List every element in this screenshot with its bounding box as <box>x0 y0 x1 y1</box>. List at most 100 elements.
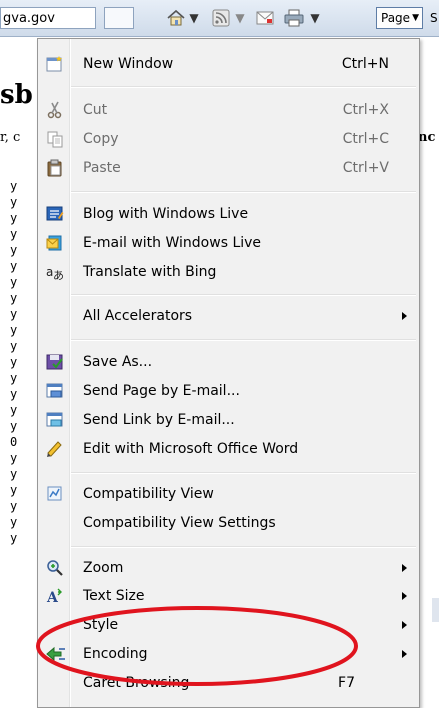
menu-item-label: All Accelerators <box>83 308 193 324</box>
svg-text:A: A <box>46 590 59 605</box>
page-text-char: y <box>10 179 18 193</box>
scissors-icon <box>46 101 64 119</box>
address-bar[interactable]: gva.gov <box>0 7 96 29</box>
page-text-char: y <box>10 227 18 241</box>
page-text-char: y <box>10 339 18 353</box>
print-dropdown-icon[interactable]: ▼ <box>309 6 321 30</box>
send-page-icon <box>46 382 64 400</box>
submenu-arrow-icon <box>402 312 407 320</box>
menu-item-send-link[interactable]: Send Link by E-mail... <box>40 406 417 435</box>
print-icon[interactable] <box>282 6 306 30</box>
feeds-dropdown-icon[interactable]: ▼ <box>234 6 246 30</box>
page-text-char: y <box>10 467 18 481</box>
menu-item-label: Zoom <box>83 560 124 576</box>
menu-item-compatibility-view[interactable]: Compatibility View <box>40 480 417 509</box>
menu-item-edit-word[interactable]: Edit with Microsoft Office Word <box>40 435 417 464</box>
zoom-icon <box>46 559 64 577</box>
save-icon <box>46 353 64 371</box>
copy-icon <box>46 130 64 148</box>
page-scroll-edge <box>432 598 439 622</box>
menu-item-label: Send Page by E-mail... <box>83 383 240 399</box>
send-link-icon <box>46 411 64 429</box>
svg-text:あ: あ <box>53 269 64 281</box>
menu-item-send-page[interactable]: Send Page by E-mail... <box>40 377 417 406</box>
menu-item-label: E-mail with Windows Live <box>83 235 262 251</box>
menu-item-compatibility-settings[interactable]: Compatibility View Settings <box>40 509 417 538</box>
home-dropdown-icon[interactable]: ▼ <box>188 6 200 30</box>
menu-item-new-window[interactable]: New Window Ctrl+N <box>40 50 417 79</box>
page-subtext: r, c <box>0 130 21 145</box>
page-button-label: Page <box>381 11 411 25</box>
menu-separator <box>71 294 416 296</box>
page-menu-button[interactable]: Page ▼ <box>376 7 423 29</box>
new-tab-button[interactable] <box>104 7 134 29</box>
menu-item-save-as[interactable]: Save As... <box>40 348 417 377</box>
page-text-char: y <box>10 387 18 401</box>
page-subtext-right: nc <box>418 130 436 145</box>
new-window-icon <box>46 55 64 73</box>
annotation-oval <box>36 606 358 686</box>
page-text-char: y <box>10 499 18 513</box>
paste-icon <box>46 159 64 177</box>
menu-item-label: Edit with Microsoft Office Word <box>83 441 299 457</box>
menu-separator <box>71 86 416 88</box>
menu-item-translate[interactable]: aあ Translate with Bing <box>40 258 417 287</box>
compatibility-icon <box>46 485 64 503</box>
page-text-char: 0 <box>10 435 18 449</box>
menu-item-label: Copy <box>83 131 119 147</box>
page-text-char: y <box>10 483 18 497</box>
page-heading: sb <box>0 80 33 110</box>
page-text-char: y <box>10 211 18 225</box>
submenu-arrow-icon <box>402 592 407 600</box>
menu-item-shortcut: Ctrl+C <box>342 131 389 147</box>
page-text-char: y <box>10 531 18 545</box>
page-text-char: y <box>10 195 18 209</box>
page-text-char: y <box>10 243 18 257</box>
page-text-column: yyyyyyyyyyyyyyyy0yyyyyy <box>10 178 24 546</box>
feeds-icon[interactable] <box>210 6 232 30</box>
menu-item-blog[interactable]: Blog with Windows Live <box>40 200 417 229</box>
menu-item-label: Cut <box>83 102 108 118</box>
page-text-char: y <box>10 371 18 385</box>
menu-item-label: Compatibility View <box>83 486 214 502</box>
menu-item-label: Save As... <box>83 354 153 370</box>
menu-item-paste[interactable]: Paste Ctrl+V <box>40 154 417 183</box>
page-text-char: y <box>10 307 18 321</box>
read-mail-icon[interactable] <box>254 6 276 30</box>
menu-item-copy[interactable]: Copy Ctrl+C <box>40 125 417 154</box>
menu-item-label: Compatibility View Settings <box>83 515 276 531</box>
menu-item-label: New Window <box>83 56 174 72</box>
menu-item-all-accelerators[interactable]: All Accelerators <box>40 302 417 331</box>
menu-separator <box>71 191 416 193</box>
menu-item-shortcut: Ctrl+V <box>342 160 389 176</box>
pencil-icon <box>46 440 64 458</box>
page-text-char: y <box>10 451 18 465</box>
menu-item-label: Send Link by E-mail... <box>83 412 235 428</box>
menu-item-label: Translate with Bing <box>83 264 217 280</box>
menu-item-label: Paste <box>83 160 121 176</box>
menu-item-shortcut: Ctrl+N <box>341 56 389 72</box>
mail-live-icon <box>46 234 64 252</box>
menu-item-cut[interactable]: Cut Ctrl+X <box>40 96 417 125</box>
chevron-down-icon: ▼ <box>412 13 419 23</box>
menu-item-label: Blog with Windows Live <box>83 206 249 222</box>
submenu-arrow-icon <box>402 564 407 572</box>
page-text-char: y <box>10 323 18 337</box>
translate-icon: aあ <box>46 263 64 282</box>
page-text-char: y <box>10 355 18 369</box>
command-bar: gva.gov ▼ ▼ ▼ Page ▼ S <box>0 0 439 37</box>
menu-separator <box>71 546 416 548</box>
menu-separator <box>71 472 416 474</box>
page-text-char: y <box>10 515 18 529</box>
page-text-char: y <box>10 275 18 289</box>
page-text-char: y <box>10 259 18 273</box>
page-text-char: y <box>10 403 18 417</box>
menu-item-zoom[interactable]: Zoom <box>40 554 417 583</box>
safety-menu-button[interactable]: S <box>430 7 438 29</box>
page-text-char: y <box>10 419 18 433</box>
page-text-char: y <box>10 291 18 305</box>
menu-item-email-live[interactable]: E-mail with Windows Live <box>40 229 417 258</box>
menu-separator <box>71 339 416 341</box>
address-text: gva.gov <box>3 11 55 26</box>
home-icon[interactable] <box>165 6 187 30</box>
